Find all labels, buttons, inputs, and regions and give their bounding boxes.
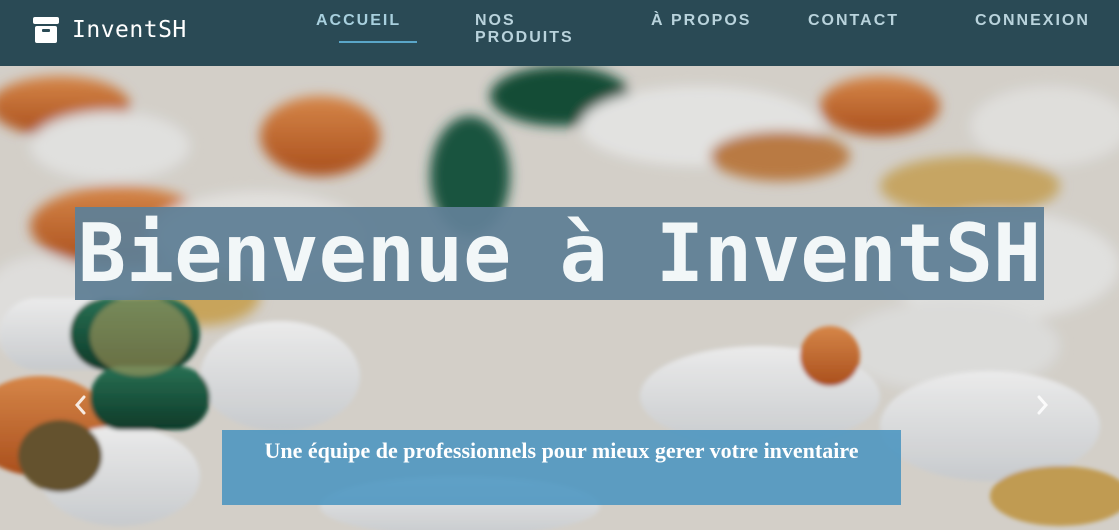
hero-carousel: Bienvenue à InventSH Une équipe de profe… [0,66,1119,530]
nav-a-propos[interactable]: À PROPOS [651,12,761,29]
box-icon [33,17,59,43]
carousel-prev-button[interactable] [73,394,89,416]
chevron-left-icon [75,395,86,415]
hero-title: Bienvenue à InventSH [0,194,1119,314]
brand-name: InventSH [72,17,187,43]
nav-connexion[interactable]: CONNEXION [975,12,1115,29]
carousel-next-button[interactable] [1034,394,1050,416]
active-nav-indicator [339,41,417,43]
hero-subtitle: Une équipe de professionnels pour mieux … [222,430,901,505]
brand-link[interactable]: InventSH [32,13,187,47]
nav-contact[interactable]: CONTACT [808,12,928,29]
hero-title-text: Bienvenue à InventSH [74,207,1045,300]
navbar: InventSH ACCUEIL NOS PRODUITS À PROPOS C… [0,0,1119,66]
nav-nos-produits[interactable]: NOS PRODUITS [475,12,605,46]
nav-accueil[interactable]: ACCUEIL [316,12,426,29]
chevron-right-icon [1037,395,1048,415]
